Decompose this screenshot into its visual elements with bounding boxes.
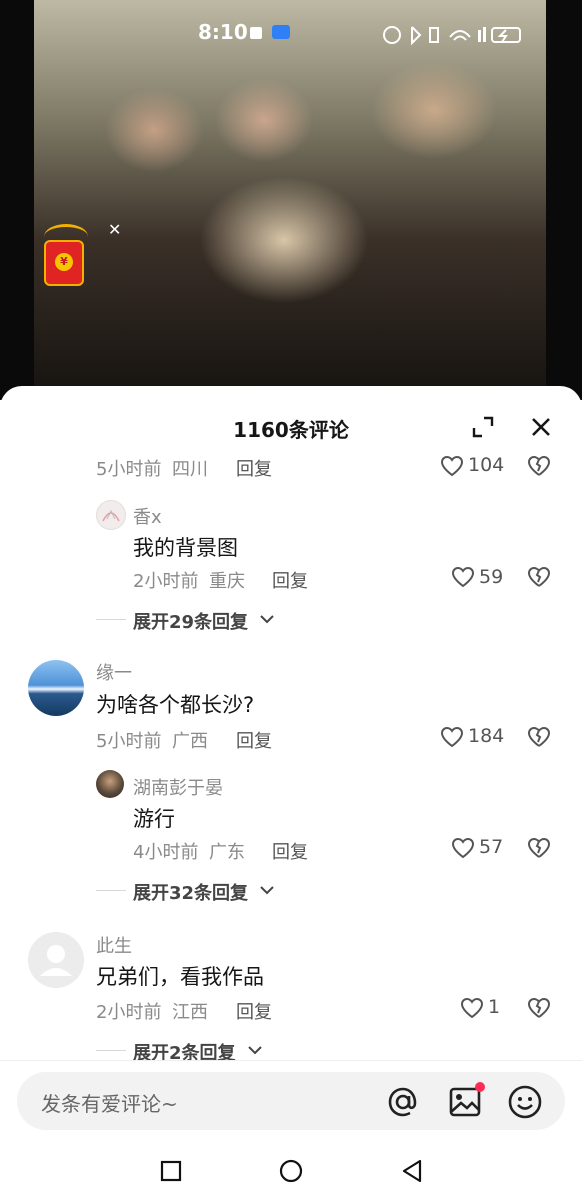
reply-button[interactable]: 回复 bbox=[236, 998, 272, 1024]
comment-text: 为啥各个都长沙? bbox=[96, 693, 255, 717]
heart-icon[interactable] bbox=[460, 997, 484, 1019]
notification-dot bbox=[475, 1082, 485, 1092]
expand-replies-button[interactable]: 展开2条回复 bbox=[133, 1039, 236, 1065]
avatar[interactable] bbox=[96, 500, 126, 530]
heart-icon[interactable] bbox=[451, 566, 475, 588]
reply-button[interactable]: 回复 bbox=[236, 727, 272, 753]
expand-replies-button[interactable]: 展开32条回复 bbox=[133, 879, 248, 905]
comment-region: 广西 bbox=[172, 731, 208, 752]
chevron-down-icon[interactable] bbox=[259, 613, 275, 625]
system-nav-bar bbox=[0, 1140, 582, 1200]
heart-icon[interactable] bbox=[440, 455, 464, 477]
red-packet-close-icon[interactable]: ✕ bbox=[108, 220, 121, 239]
like-count: 59 bbox=[479, 566, 504, 588]
status-time: 8:10 bbox=[198, 20, 248, 44]
reply-button[interactable]: 回复 bbox=[272, 567, 308, 593]
back-nav-icon[interactable] bbox=[400, 1158, 426, 1184]
reply-time: 4小时前 bbox=[133, 842, 199, 863]
red-packet-icon: ¥ bbox=[55, 253, 73, 271]
like-count: 104 bbox=[468, 454, 505, 476]
like-count: 1 bbox=[488, 996, 501, 1018]
comment-text: 兄弟们，看我作品 bbox=[96, 965, 264, 989]
video-frame bbox=[34, 0, 546, 400]
emoji-icon[interactable] bbox=[507, 1084, 543, 1120]
comment-username[interactable]: 缘一 bbox=[96, 659, 132, 685]
avatar[interactable] bbox=[28, 932, 84, 988]
expand-replies-button[interactable]: 展开29条回复 bbox=[133, 608, 248, 634]
divider bbox=[96, 1050, 126, 1051]
comment-region: 四川 bbox=[172, 459, 208, 480]
close-icon[interactable] bbox=[528, 414, 554, 440]
divider bbox=[0, 1060, 582, 1061]
app-notification-icon bbox=[272, 25, 290, 39]
comment-region: 江西 bbox=[172, 1002, 208, 1023]
comments-title: 1160条评论 bbox=[233, 418, 349, 442]
notification-icon bbox=[250, 27, 262, 39]
avatar[interactable] bbox=[28, 660, 84, 716]
chevron-down-icon[interactable] bbox=[247, 1044, 263, 1056]
expand-icon[interactable] bbox=[472, 416, 494, 438]
chevron-down-icon[interactable] bbox=[259, 884, 275, 896]
heart-icon[interactable] bbox=[440, 726, 464, 748]
red-packet-button[interactable]: ¥ bbox=[44, 240, 84, 286]
video-player[interactable]: 8:10 ¥ ✕ bbox=[0, 0, 582, 400]
reply-button[interactable]: 回复 bbox=[272, 838, 308, 864]
reply-button[interactable]: 回复 bbox=[236, 455, 272, 481]
divider bbox=[96, 890, 126, 891]
reply-username[interactable]: 湖南彭于晏 bbox=[133, 774, 223, 800]
square-nav-icon[interactable] bbox=[158, 1158, 184, 1184]
heart-icon[interactable] bbox=[451, 837, 475, 859]
comment-time: 5小时前 bbox=[96, 731, 162, 752]
reply-region: 重庆 bbox=[209, 571, 245, 592]
status-icons bbox=[383, 26, 521, 46]
comment-username[interactable]: 此生 bbox=[96, 932, 132, 958]
comment-time: 5小时前 bbox=[96, 459, 162, 480]
comment-input[interactable]: 发条有爱评论~ bbox=[17, 1072, 565, 1130]
reply-text: 游行 bbox=[133, 807, 175, 831]
reply-time: 2小时前 bbox=[133, 571, 199, 592]
dislike-icon[interactable] bbox=[527, 996, 551, 1020]
dislike-icon[interactable] bbox=[527, 565, 551, 589]
reply-username[interactable]: 香x bbox=[133, 503, 162, 529]
dislike-icon[interactable] bbox=[527, 725, 551, 749]
avatar[interactable] bbox=[96, 770, 124, 798]
like-count: 57 bbox=[479, 836, 504, 858]
reply-text: 我的背景图 bbox=[133, 536, 238, 560]
comment-time: 2小时前 bbox=[96, 1002, 162, 1023]
dislike-icon[interactable] bbox=[527, 836, 551, 860]
like-count: 184 bbox=[468, 725, 505, 747]
reply-region: 广东 bbox=[209, 842, 245, 863]
comment-input-placeholder: 发条有爱评论~ bbox=[41, 1092, 178, 1116]
divider bbox=[96, 619, 126, 620]
dislike-icon[interactable] bbox=[527, 454, 551, 478]
circle-nav-icon[interactable] bbox=[278, 1158, 304, 1184]
at-icon[interactable] bbox=[385, 1084, 421, 1120]
